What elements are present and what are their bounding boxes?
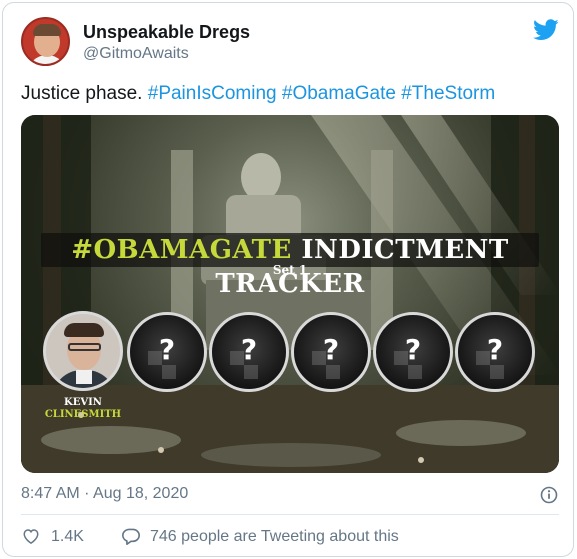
like-count[interactable]: 1.4K xyxy=(51,528,84,546)
reply-bubble-icon[interactable] xyxy=(121,527,141,545)
set-label: Set 1 xyxy=(272,263,308,277)
tweet-timestamp[interactable]: 8:47 AM · Aug 18, 2020 xyxy=(21,485,188,503)
question-mark: ? xyxy=(158,333,176,366)
question-mark: ? xyxy=(322,333,340,366)
featured-last-name: CLINESMITH xyxy=(44,409,122,420)
display-name[interactable]: Unspeakable Dregs xyxy=(83,22,250,43)
unknown-person-slot: ? xyxy=(209,312,289,392)
user-handle[interactable]: @GitmoAwaits xyxy=(83,45,189,63)
heart-icon[interactable] xyxy=(22,527,40,545)
tweet-text: Justice phase. #PainIsComing #ObamaGate … xyxy=(21,83,495,105)
conversation-link[interactable]: 746 people are Tweeting about this xyxy=(150,528,399,546)
unknown-person-slot: ? xyxy=(373,312,453,392)
featured-first-name: KEVIN xyxy=(64,397,102,408)
avatar[interactable] xyxy=(21,17,70,66)
hashtag-painiscoming[interactable]: #PainIsComing xyxy=(148,83,277,104)
banner-highlight: #OBAMAGATE xyxy=(71,235,292,265)
tweet-plain-text: Justice phase. xyxy=(21,83,143,104)
unknown-person-slot: ? xyxy=(291,312,371,392)
hashtag-obamagate[interactable]: #ObamaGate xyxy=(282,83,396,104)
hashtag-thestorm[interactable]: #TheStorm xyxy=(401,83,495,104)
kevin-clinesmith-photo xyxy=(43,311,123,391)
question-mark: ? xyxy=(240,333,258,366)
question-mark: ? xyxy=(486,333,504,366)
question-mark: ? xyxy=(404,333,422,366)
indictment-tracker-banner: #OBAMAGATE INDICTMENT TRACKER xyxy=(41,233,539,299)
featured-person-name: KEVIN CLINESMITH xyxy=(33,397,133,421)
twitter-bird-icon[interactable] xyxy=(533,19,559,41)
info-icon[interactable] xyxy=(540,486,558,504)
tweet-media-image[interactable]: #OBAMAGATE INDICTMENT TRACKER Set 1 KEVI… xyxy=(21,115,559,473)
unknown-person-slot: ? xyxy=(455,312,535,392)
footer-divider xyxy=(21,514,559,515)
unknown-person-slot: ? xyxy=(127,312,207,392)
tweet-card[interactable]: Unspeakable Dregs @GitmoAwaits Justice p… xyxy=(2,2,574,557)
